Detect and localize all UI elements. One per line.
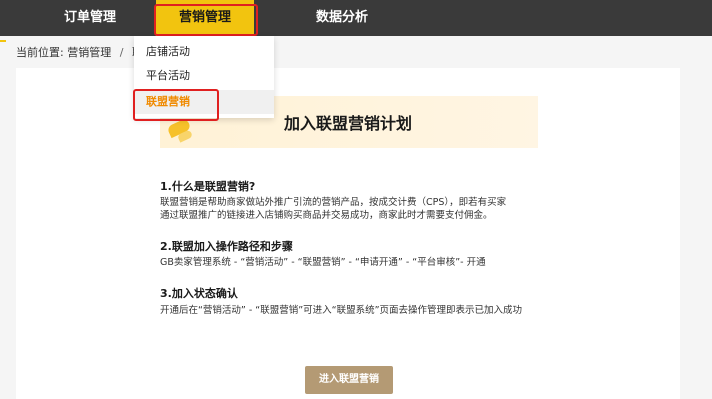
banner-title: 加入联盟营销计划 <box>284 114 413 133</box>
join-alliance-button[interactable]: 进入联盟营销 <box>305 366 393 394</box>
menu-item-platform-activity[interactable]: 平台活动 <box>134 64 274 88</box>
section-3-heading: 3.加入状态确认 <box>160 287 238 300</box>
section-2-heading: 2.联盟加入操作路径和步骤 <box>160 240 293 253</box>
menu-item-alliance-marketing[interactable]: 联盟营销 <box>134 90 274 114</box>
section-3-text: 开通后在“营销活动” - “联盟营销”可进入“联盟系统”页面去操作管理即表示已加… <box>160 305 522 316</box>
breadcrumb-separator: / <box>119 46 124 59</box>
section-1-heading: 1.什么是联盟营销? <box>160 180 256 193</box>
section-1-text-line-2: 通过联盟推广的链接进入店铺购买商品并交易成功，商家此时才需要支付佣金。 <box>160 210 493 221</box>
marketing-dropdown-menu: 店铺活动 平台活动 联盟营销 <box>134 36 274 118</box>
nav-tab-marketing[interactable]: 营销管理 <box>156 0 254 36</box>
section-2-text: GB卖家管理系统 - “营销活动” - “联盟营销” - “申请开通” - “平… <box>160 257 486 268</box>
nav-tab-data-analysis[interactable]: 数据分析 <box>292 0 392 36</box>
left-accent-line <box>0 40 6 42</box>
breadcrumb-label: 当前位置: <box>16 46 64 59</box>
nav-tab-orders[interactable]: 订单管理 <box>40 0 140 36</box>
top-navigation-bar: 订单管理 营销管理 数据分析 <box>0 0 712 36</box>
breadcrumb-marketing[interactable]: 营销管理 <box>67 46 111 59</box>
section-1-text-line-1: 联盟营销是帮助商家做站外推广引流的营销产品，按成交计费（CPS），即若有买家 <box>160 197 507 208</box>
menu-item-store-activity[interactable]: 店铺活动 <box>134 40 274 64</box>
